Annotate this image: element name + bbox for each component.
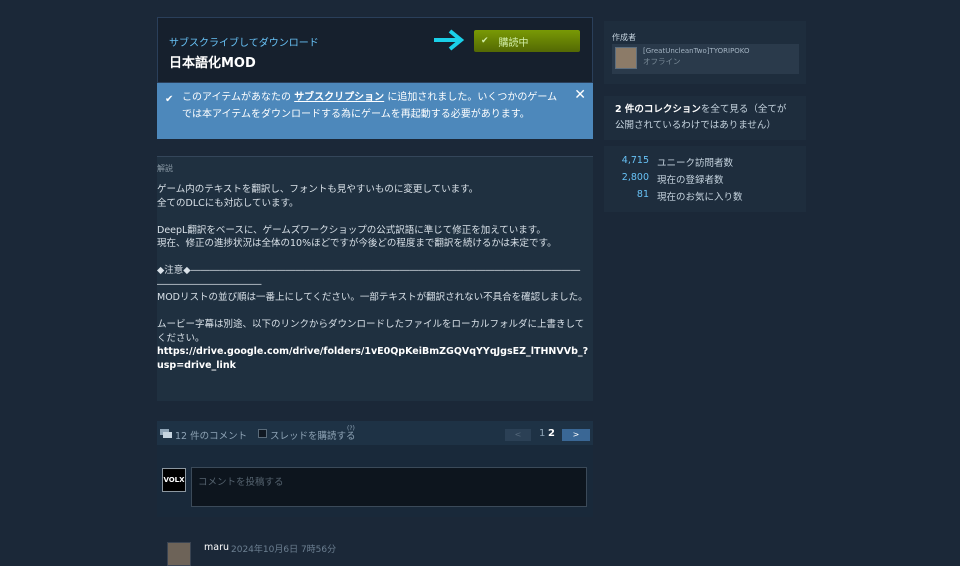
description-line: ムービー字幕は別途、以下のリンクからダウンロードしたファイルをローカルフォルダに… [157,319,585,344]
author-label: 作成者 [612,33,636,42]
drive-link[interactable]: https://drive.google.com/drive/folders/1… [157,345,589,372]
avatar[interactable] [167,542,191,566]
author-name[interactable]: [GreatUncleanTwo]TYORIPOKO [643,47,750,55]
comment-count: 12 件のコメント [175,431,248,442]
avatar: VOLX [162,468,186,492]
stat-value: 4,715 [621,155,649,166]
subscribe-caption: サブスクライブしてダウンロード [169,38,319,49]
subscribe-thread-label[interactable]: スレッドを購読する [270,428,356,442]
comment-input[interactable]: コメントを投稿する [191,467,587,507]
item-title: 日本語化MOD [169,56,256,71]
description-line: MODリストの並び順は一番上にしてください。一部テキストが翻訳されない不具合を確… [157,292,588,303]
description-heading: 解説 [157,164,173,173]
comment-item: maru 2024年10月6日 7時56分 [167,541,593,566]
collections-count[interactable]: 2 件のコレクション [615,104,701,115]
description-body: ゲーム内のテキストを翻訳し、フォントも見やすいものに変更しています。 全てのDL… [157,183,589,372]
page-2-current: 2 [548,428,555,439]
comment-bubble-icon [160,429,172,438]
comments-header: 12 件のコメント スレッドを購読する (?) < 1 2 > [157,421,593,445]
notice-text-before: このアイテムがあなたの [182,92,291,103]
author-card[interactable]: [GreatUncleanTwo]TYORIPOKO オフライン [612,44,799,74]
comment-timestamp: 2024年10月6日 7時56分 [231,545,337,555]
stats-box: 4,715 ユニーク訪問者数 2,800 現在の登録者数 81 現在のお気に入り… [604,146,806,212]
check-icon: ✔ [481,36,489,46]
right-column: 作成者 [GreatUncleanTwo]TYORIPOKO オフライン 2 件… [604,21,806,212]
page-1-link[interactable]: 1 [539,428,545,439]
next-page-button[interactable]: > [562,429,590,441]
check-icon: ✔ [165,94,174,105]
description-panel: 解説 ゲーム内のテキストを翻訳し、フォントも見やすいものに変更しています。 全て… [157,157,593,401]
description-line: 全てのDLCにも対応しています。 [157,197,299,209]
help-icon[interactable]: (?) [347,425,355,432]
prev-page-button[interactable]: < [505,429,531,441]
description-line: DeepL翻訳をベースに、ゲームズワークショップの公式訳語に準じて修正を加えてい… [157,224,546,236]
stat-value: 81 [636,189,649,200]
subscription-notice: ✔ このアイテムがあなたの サブスクリプション に追加されました。いくつかのゲー… [157,83,593,139]
notice-rule: ◆注意◆――――――――――――――――――――――――――――――――――――… [157,265,581,290]
close-icon[interactable]: ✕ [574,87,586,104]
subscriptions-link[interactable]: サブスクリプション [294,92,384,103]
arrow-right-icon [434,29,465,51]
comment-author[interactable]: maru [204,542,229,553]
stat-label: 現在のお気に入り数 [657,192,743,203]
description-line: ゲーム内のテキストを翻訳し、フォントも見やすいものに変更しています。 [157,184,479,195]
description-line: 現在、修正の進捗状況は全体の10%ほどですが今後どの程度まで翻訳を続けるかは未定… [157,238,557,249]
main-column: サブスクライブしてダウンロード 日本語化MOD ✔ 購読中 ✔ このアイテムがあ… [157,17,593,566]
stat-label: ユニーク訪問者数 [657,158,734,169]
comments-section: 12 件のコメント スレッドを購読する (?) < 1 2 > VOLX コメン… [157,421,593,517]
stat-value: 2,800 [621,172,649,183]
avatar[interactable] [615,47,637,69]
subscribed-button[interactable]: ✔ 購読中 [474,30,580,52]
subscribed-label: 購読中 [498,37,529,49]
collections-box[interactable]: 2 件のコレクションを全て見る（全てが公開されているわけではありません） [604,96,806,140]
stat-label: 現在の登録者数 [657,175,724,186]
author-status: オフライン [643,57,681,66]
subscribe-thread-checkbox[interactable] [258,429,267,438]
subscribe-box: サブスクライブしてダウンロード 日本語化MOD ✔ 購読中 [157,17,593,83]
author-box: 作成者 [GreatUncleanTwo]TYORIPOKO オフライン [604,21,806,84]
